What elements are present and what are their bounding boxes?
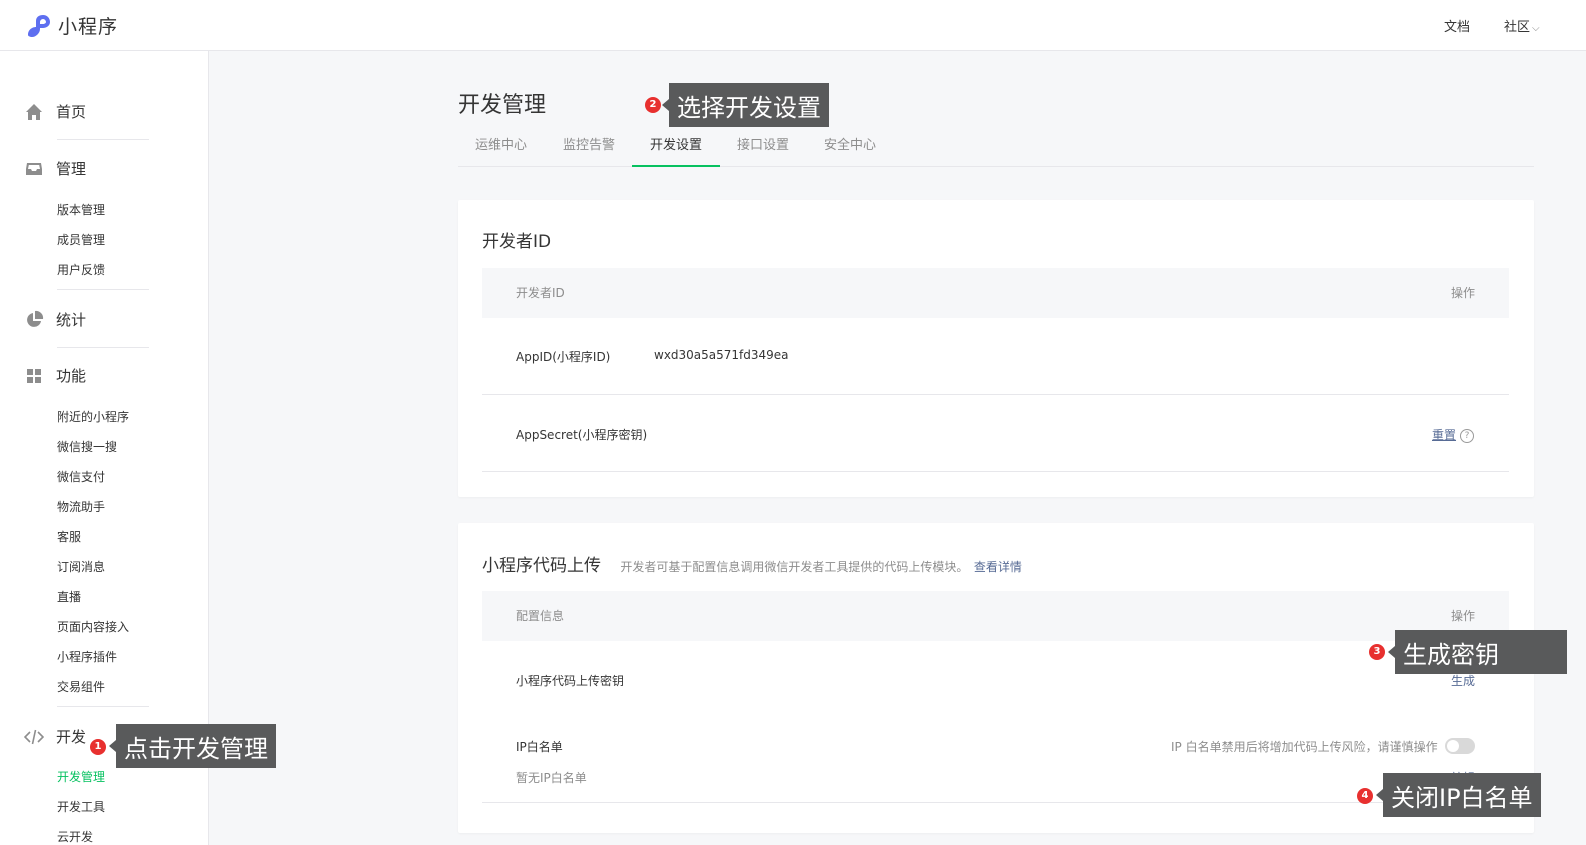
sidebar-item-version[interactable]: 版本管理 (57, 201, 105, 218)
step-badge-4: 4 (1357, 788, 1373, 804)
tab-api-settings[interactable]: 接口设置 (720, 131, 806, 165)
callout-pointer (1388, 646, 1395, 658)
sidebar-item-search[interactable]: 微信搜一搜 (57, 438, 117, 455)
ip-whitelist-toggle[interactable] (1445, 738, 1475, 754)
callout-1: 点击开发管理 (109, 724, 276, 768)
inbox-icon (26, 162, 42, 175)
home-icon (26, 103, 42, 120)
table-header: 配置信息 操作 (482, 591, 1509, 641)
code-icon (24, 729, 44, 744)
ip-whitelist-warning: IP 白名单禁用后将增加代码上传风险，请谨慎操作 (1171, 740, 1438, 754)
callout-1-text: 点击开发管理 (124, 734, 268, 763)
mini-program-logo-icon (28, 14, 50, 37)
pie-chart-icon (27, 310, 44, 327)
tab-security[interactable]: 安全中心 (807, 131, 893, 165)
callout-2: 选择开发设置 (662, 83, 829, 127)
sidebar-item-dev-manage[interactable]: 开发管理 (57, 768, 105, 785)
sidebar-label-manage: 管理 (56, 160, 87, 178)
callout-4-text: 关闭IP白名单 (1391, 783, 1533, 812)
appid-value: wxd30a5a571fd349ea (654, 348, 789, 362)
view-details-link[interactable]: 查看详情 (974, 560, 1022, 574)
callout-pointer (1376, 789, 1383, 801)
sidebar-item-logistics[interactable]: 物流助手 (57, 498, 105, 515)
appsecret-label: AppSecret(小程序密钥) (516, 428, 648, 442)
sidebar-item-cloud[interactable]: 云开发 (57, 828, 93, 845)
card-title: 小程序代码上传 (482, 556, 601, 576)
row-divider (482, 471, 1509, 472)
sidebar-item-home[interactable]: 首页 (24, 101, 86, 122)
help-icon[interactable]: ? (1460, 428, 1475, 443)
card-title-row: 小程序代码上传 开发者可基于配置信息调用微信开发者工具提供的代码上传模块。 查看… (482, 551, 1022, 576)
tab-bar: 运维中心 监控告警 开发设置 接口设置 安全中心 (458, 131, 1534, 167)
sidebar-divider (57, 289, 149, 290)
sidebar-item-dev[interactable]: 开发 (24, 726, 86, 747)
sidebar-item-manage[interactable]: 管理 (24, 158, 86, 179)
docs-link[interactable]: 文档 (1444, 16, 1470, 35)
ip-whitelist-label: IP白名单 (516, 740, 563, 754)
row-divider (482, 802, 1509, 803)
callout-4: 关闭IP白名单 (1376, 773, 1541, 817)
grid-icon (27, 368, 41, 383)
tab-monitor[interactable]: 监控告警 (546, 131, 632, 165)
community-label: 社区 (1504, 20, 1531, 35)
sidebar-divider (57, 139, 149, 140)
sidebar-item-members[interactable]: 成员管理 (57, 231, 105, 248)
table-header: 开发者ID 操作 (482, 268, 1509, 318)
appid-label: AppID(小程序ID) (516, 350, 611, 364)
sidebar-item-service[interactable]: 客服 (57, 528, 81, 545)
sidebar-label-stats: 统计 (56, 311, 87, 329)
community-menu[interactable]: 社区 ⌵ (1504, 16, 1540, 35)
appsecret-actions: 重置? (1432, 426, 1475, 443)
sidebar-divider (57, 347, 149, 348)
sidebar-item-dev-tools[interactable]: 开发工具 (57, 798, 105, 815)
sidebar-divider (57, 706, 149, 707)
code-upload-card: 小程序代码上传 开发者可基于配置信息调用微信开发者工具提供的代码上传模块。 查看… (458, 523, 1534, 833)
page-title: 开发管理 (458, 93, 547, 118)
ip-whitelist-empty: 暂无IP白名单 (516, 771, 587, 785)
sidebar-item-feedback[interactable]: 用户反馈 (57, 261, 105, 278)
logo-text: 小程序 (58, 16, 119, 38)
sidebar-item-pay[interactable]: 微信支付 (57, 468, 105, 485)
generate-key-link[interactable]: 生成 (1451, 672, 1475, 689)
step-badge-2: 2 (645, 97, 661, 113)
row-divider (482, 394, 1509, 395)
developer-id-card: 开发者ID 开发者ID 操作 AppID(小程序ID) wxd30a5a571f… (458, 200, 1534, 497)
callout-pointer (109, 740, 116, 752)
tab-dev-settings[interactable]: 开发设置 (632, 131, 720, 167)
step-badge-1: 1 (90, 739, 106, 755)
sidebar-label-dev: 开发 (56, 728, 87, 746)
sidebar-label-home: 首页 (56, 103, 87, 121)
sidebar-label-features: 功能 (56, 367, 87, 385)
card-title: 开发者ID (482, 232, 552, 252)
callout-pointer (662, 99, 669, 111)
sidebar-item-subscribe[interactable]: 订阅消息 (57, 558, 105, 575)
sidebar-item-features[interactable]: 功能 (24, 365, 86, 386)
callout-3-text: 生成密钥 (1403, 640, 1499, 669)
sidebar-item-live[interactable]: 直播 (57, 588, 81, 605)
callout-2-text: 选择开发设置 (677, 93, 821, 122)
sidebar-item-trade[interactable]: 交易组件 (57, 678, 105, 695)
top-bar: 小程序 文档 社区 ⌵ (0, 0, 1586, 51)
sidebar-item-nearby[interactable]: 附近的小程序 (57, 408, 129, 425)
upload-key-label: 小程序代码上传密钥 (516, 674, 625, 688)
step-badge-3: 3 (1369, 644, 1385, 660)
chevron-down-icon: ⌵ (1532, 23, 1540, 34)
sidebar-item-content[interactable]: 页面内容接入 (57, 618, 129, 635)
card-description: 开发者可基于配置信息调用微信开发者工具提供的代码上传模块。 (620, 560, 969, 574)
logo[interactable]: 小程序 (24, 12, 118, 39)
reset-secret-link[interactable]: 重置 (1432, 428, 1456, 442)
sidebar-item-plugin[interactable]: 小程序插件 (57, 648, 117, 665)
callout-3: 生成密钥 (1388, 630, 1567, 674)
sidebar-item-stats[interactable]: 统计 (24, 309, 86, 330)
tab-ops[interactable]: 运维中心 (458, 131, 544, 165)
column-header-config: 配置信息 (516, 609, 565, 623)
column-header-action: 操作 (1450, 286, 1475, 300)
column-header-id: 开发者ID (516, 286, 565, 300)
